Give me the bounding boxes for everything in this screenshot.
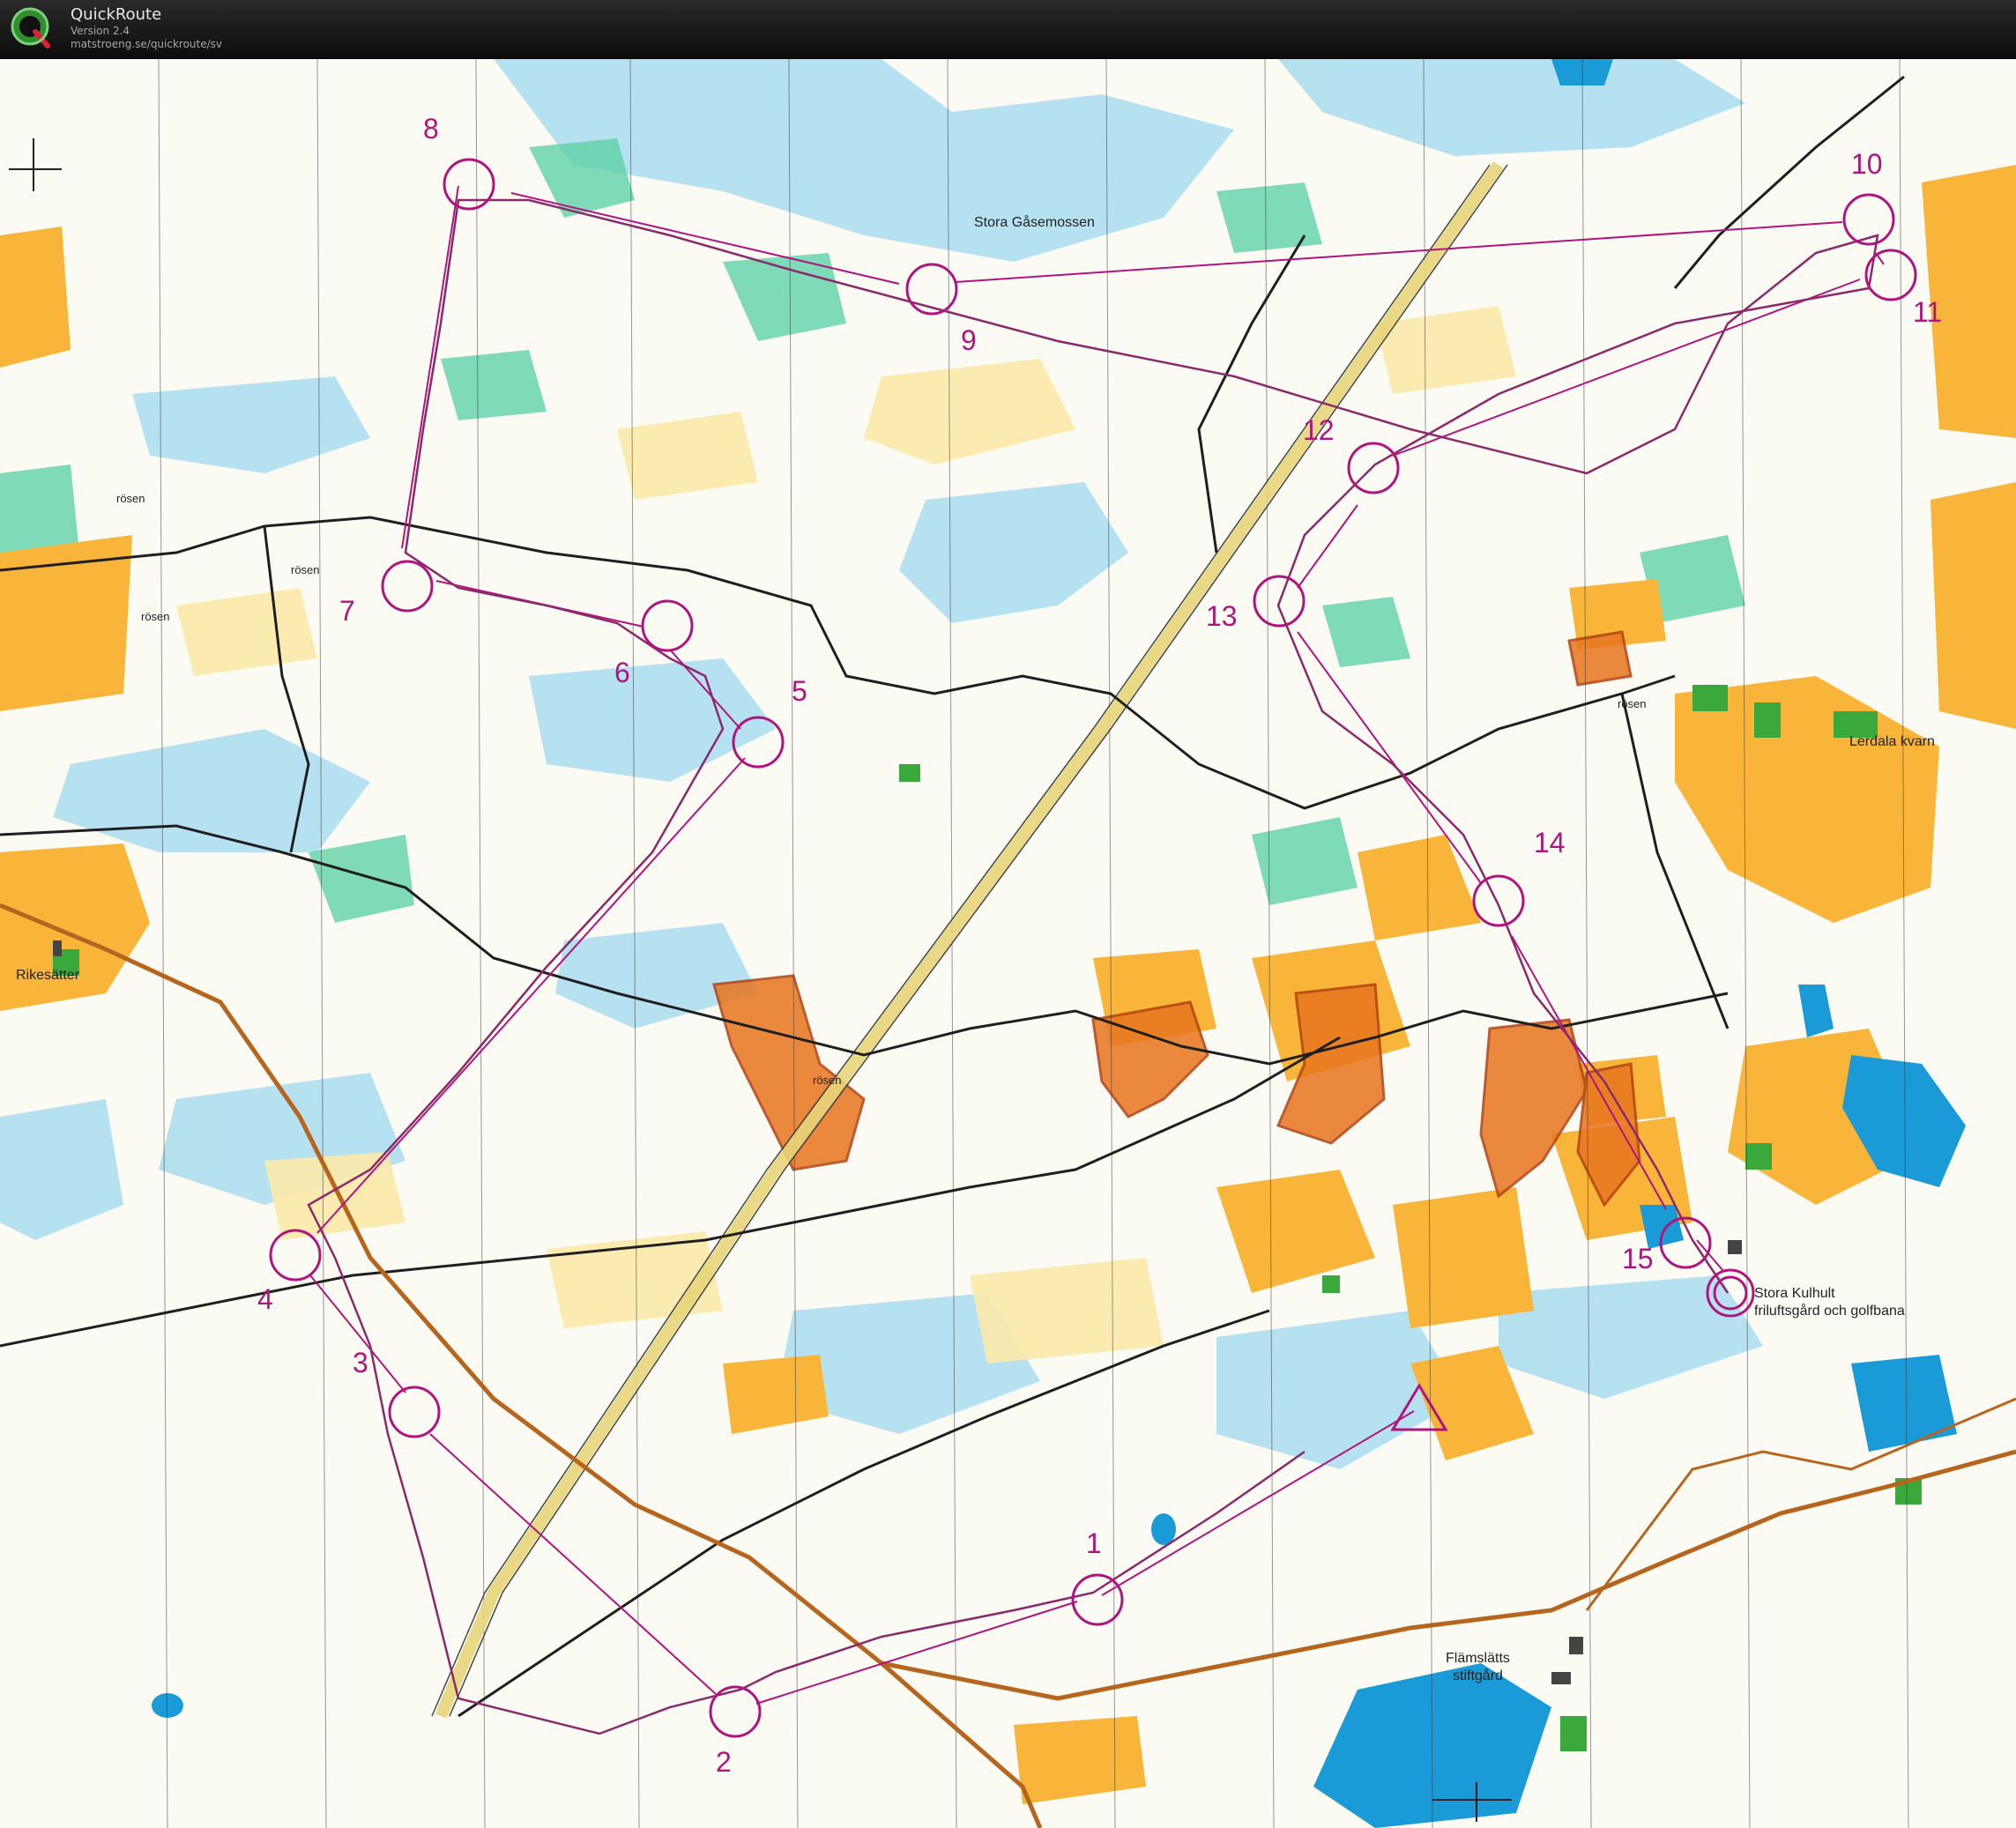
control-number-7: 7: [339, 595, 355, 627]
control-number-15: 15: [1622, 1243, 1654, 1274]
control-number-11: 11: [1913, 296, 1942, 328]
label-rosen-2: rösen: [291, 563, 320, 576]
label-rosen-5: rösen: [1618, 697, 1647, 710]
label-stora-gasemossen: Stora Gåsemossen: [974, 214, 1095, 230]
label-rosen-4: rösen: [813, 1074, 842, 1087]
label-rosen-3: rösen: [141, 610, 170, 623]
label-flamslatts-2: stiftgård: [1453, 1668, 1503, 1683]
app-title: QuickRoute: [71, 5, 162, 24]
control-number-8: 8: [423, 113, 439, 145]
control-number-6: 6: [614, 657, 630, 688]
app-version: Version 2.4: [71, 25, 130, 37]
control-number-4: 4: [257, 1283, 273, 1315]
app-header: QuickRoute Version 2.4 matstroeng.se/qui…: [0, 0, 2016, 59]
map-canvas[interactable]: 1 2 3 4 5 6 7 8 9 10 11 12 13 14 15 Stor…: [0, 59, 2016, 1828]
label-rikesatter: Rikesätter: [16, 968, 80, 983]
control-number-1: 1: [1086, 1527, 1102, 1559]
control-number-14: 14: [1534, 827, 1566, 858]
label-lerdala-kvarn: Lerdala kvarn: [1849, 734, 1935, 749]
app-url: matstroeng.se/quickroute/sv: [71, 38, 223, 50]
control-number-13: 13: [1206, 600, 1238, 632]
control-number-12: 12: [1303, 414, 1335, 446]
quickroute-logo-icon: [11, 7, 50, 48]
orienteering-map[interactable]: 1 2 3 4 5 6 7 8 9 10 11 12 13 14 15 Stor…: [0, 59, 2016, 1828]
control-number-5: 5: [792, 675, 807, 707]
label-stora-kulhult-2: friluftsgård och golfbana: [1754, 1303, 1905, 1319]
control-number-9: 9: [961, 324, 977, 356]
label-stora-kulhult-1: Stora Kulhult: [1754, 1286, 1835, 1301]
label-rosen-1: rösen: [116, 492, 145, 505]
control-number-2: 2: [716, 1746, 732, 1778]
label-flamslatts-1: Flämslätts: [1446, 1651, 1510, 1666]
control-number-10: 10: [1851, 148, 1883, 180]
control-number-3: 3: [353, 1347, 368, 1378]
